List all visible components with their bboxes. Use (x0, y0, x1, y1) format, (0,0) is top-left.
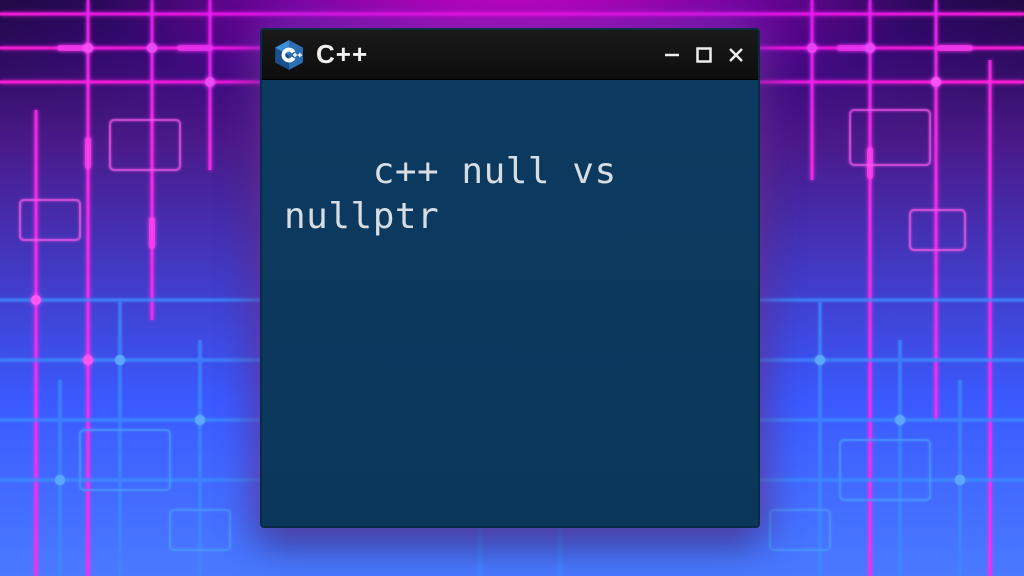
minimize-button[interactable] (660, 43, 684, 67)
cpp-icon (272, 38, 306, 72)
terminal-body[interactable]: c++ null vs nullptr (262, 80, 758, 526)
close-button[interactable] (724, 43, 748, 67)
titlebar[interactable]: C++ (262, 30, 758, 80)
window-controls (660, 43, 748, 67)
terminal-content: c++ null vs nullptr (284, 151, 639, 237)
terminal-window: C++ c++ null vs nullptr (260, 28, 760, 528)
maximize-button[interactable] (692, 43, 716, 67)
window-title: C++ (316, 39, 650, 70)
